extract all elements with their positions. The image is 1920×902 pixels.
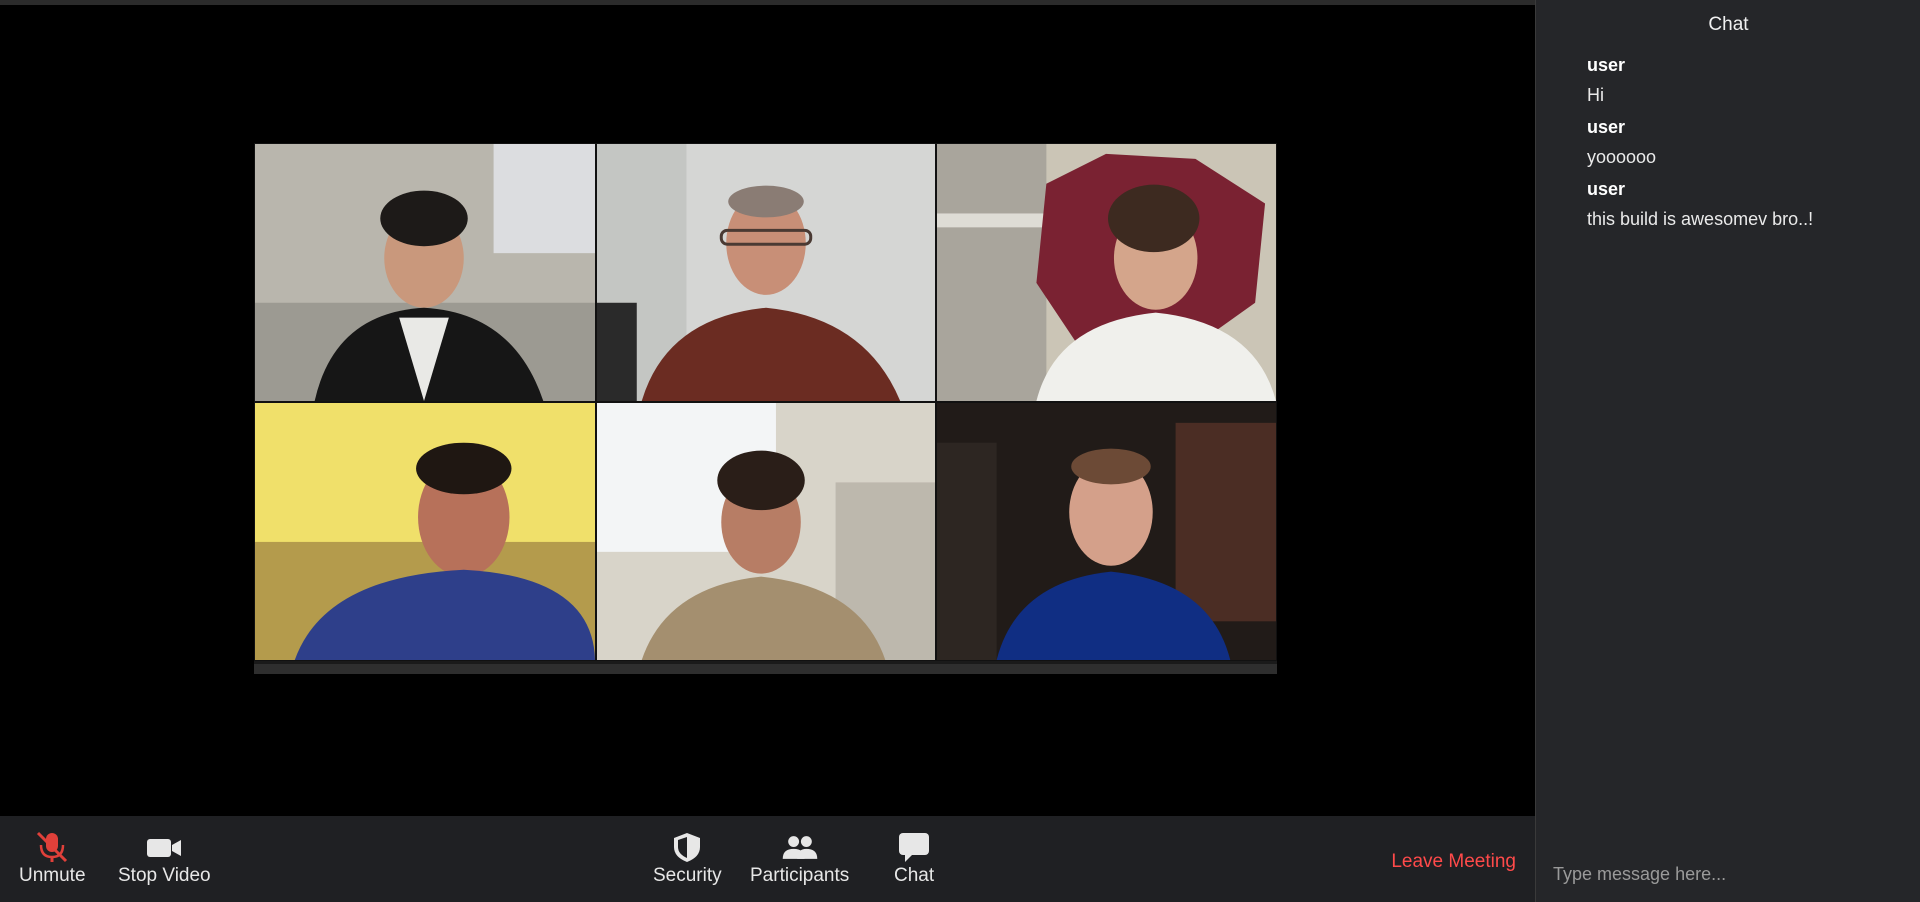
gallery-footer-bar — [254, 664, 1277, 674]
video-tile[interactable] — [254, 143, 596, 402]
microphone-muted-icon — [32, 830, 72, 864]
unmute-button[interactable]: Unmute — [19, 830, 86, 887]
message-text: this build is awesomev bro..! — [1587, 209, 1814, 229]
unmute-label: Unmute — [19, 865, 86, 886]
chat-message: user Hi — [1587, 52, 1907, 112]
security-label: Security — [653, 865, 722, 886]
meeting-toolbar: Unmute Stop Video Security Participants … — [0, 816, 1535, 902]
video-tile[interactable] — [596, 143, 936, 402]
video-gallery — [254, 143, 1277, 669]
participants-label: Participants — [750, 865, 850, 886]
participants-icon — [780, 830, 820, 864]
message-text: yoooooo — [1587, 147, 1657, 167]
chat-label: Chat — [894, 865, 935, 886]
chat-panel: Chat user Hi user yoooooo user this buil… — [1535, 0, 1920, 902]
stop-video-button[interactable]: Stop Video — [118, 830, 211, 887]
video-area — [0, 5, 1535, 816]
stop-video-label: Stop Video — [118, 865, 211, 886]
chat-bubble-icon — [894, 830, 934, 864]
shield-icon — [667, 830, 707, 864]
chat-message: user this build is awesomev bro..! — [1587, 176, 1907, 236]
video-tile[interactable] — [936, 402, 1277, 661]
chat-messages: user Hi user yoooooo user this build is … — [1587, 52, 1907, 238]
message-sender: user — [1587, 55, 1626, 75]
video-tile[interactable] — [936, 143, 1277, 402]
chat-title: Chat — [1708, 14, 1749, 35]
message-sender: user — [1587, 117, 1626, 137]
chat-message: user yoooooo — [1587, 114, 1907, 174]
message-sender: user — [1587, 179, 1626, 199]
security-button[interactable]: Security — [653, 830, 722, 887]
meeting-window: Unmute Stop Video Security Participants … — [0, 0, 1920, 902]
message-text: Hi — [1587, 85, 1604, 105]
video-tile[interactable] — [596, 402, 936, 661]
chat-message-input[interactable] — [1536, 846, 1920, 902]
chat-button[interactable]: Chat — [894, 830, 934, 887]
participants-button[interactable]: Participants — [750, 830, 849, 887]
video-camera-icon — [144, 830, 184, 864]
leave-meeting-button[interactable]: Leave Meeting — [1391, 851, 1516, 873]
chat-input-area — [1536, 846, 1920, 902]
video-tile[interactable] — [254, 402, 596, 661]
